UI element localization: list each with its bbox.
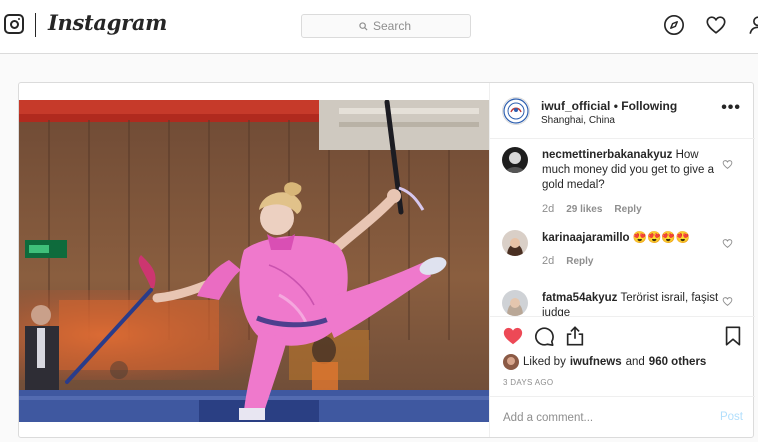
post-comment-button[interactable]: Post — [720, 411, 743, 423]
comment-username[interactable]: fatma54akyuz — [542, 292, 617, 304]
liked-by-user[interactable]: iwufnews — [570, 356, 622, 368]
comment-body: fatma54akyuz Terörist israil, faşist iud… — [542, 291, 720, 316]
post-sidebar: iwuf_official • Following Shanghai, Chin… — [489, 83, 755, 437]
post-header: iwuf_official • Following Shanghai, Chin… — [490, 83, 755, 139]
comment-username[interactable]: necmettinerbakanakyuz — [542, 149, 672, 161]
post-location[interactable]: Shanghai, China — [541, 115, 677, 126]
comment-bubble-icon[interactable] — [533, 325, 555, 347]
liked-by-row: Liked by iwufnews and 960 others — [503, 354, 706, 370]
comments-list: necmettinerbakanakyuz How much money did… — [490, 140, 755, 316]
liker-avatar[interactable] — [503, 354, 519, 370]
account-username[interactable]: iwuf_official — [541, 99, 610, 113]
commenter-avatar[interactable] — [502, 147, 528, 173]
top-nav: Instagram — [0, 0, 758, 54]
post-header-text: iwuf_official • Following Shanghai, Chin… — [541, 99, 677, 126]
instagram-wordmark[interactable]: Instagram — [48, 10, 167, 35]
more-options-button[interactable]: ••• — [721, 99, 741, 117]
comment-emoji-text: 😍😍😍😍 — [632, 232, 691, 244]
comment-body: necmettinerbakanakyuz How much money did… — [542, 148, 720, 217]
search-icon — [359, 21, 368, 31]
profile-icon[interactable] — [747, 14, 758, 36]
comment-like-heart-icon[interactable] — [722, 238, 733, 249]
header-separator: • — [613, 99, 618, 113]
explore-compass-icon[interactable] — [663, 14, 685, 36]
liked-by-others[interactable]: 960 others — [649, 356, 707, 368]
account-avatar[interactable] — [502, 97, 530, 125]
iwuf-logo-icon — [503, 98, 529, 124]
following-button[interactable]: Following — [621, 99, 677, 113]
nav-divider — [35, 13, 36, 37]
instagram-glyph-icon[interactable] — [4, 14, 24, 34]
share-upload-icon[interactable] — [564, 325, 586, 347]
like-heart-icon[interactable] — [502, 325, 524, 347]
comment-reply-button[interactable]: Reply — [566, 254, 593, 269]
wushu-athlete-photo — [19, 100, 489, 422]
post-timestamp[interactable]: 3 DAYS AGO — [503, 378, 553, 387]
liked-by-and: and — [625, 356, 645, 368]
comment-likes[interactable]: 29 likes — [566, 202, 602, 217]
save-bookmark-icon[interactable] — [722, 325, 744, 347]
commenter-avatar[interactable] — [502, 290, 528, 316]
comment-meta: 2d 29 likes Reply — [542, 202, 720, 217]
search-box[interactable] — [301, 14, 471, 38]
post-card: iwuf_official • Following Shanghai, Chin… — [18, 82, 755, 438]
search-input[interactable] — [373, 19, 413, 33]
comment-body: karinaajaramillo 😍😍😍😍 2d Reply — [542, 231, 720, 269]
post-photo[interactable] — [19, 100, 489, 422]
commenter-avatar[interactable] — [502, 230, 528, 256]
comment-age: 2d — [542, 203, 555, 215]
comment-reply-button[interactable]: Reply — [614, 202, 641, 217]
comment-username[interactable]: karinaajaramillo — [542, 232, 630, 244]
comment-like-heart-icon[interactable] — [722, 159, 733, 170]
comment-meta: 2d Reply — [542, 254, 720, 269]
comment-age: 2d — [542, 255, 555, 267]
post-actions: Liked by iwufnews and 960 others 3 DAYS … — [490, 316, 755, 392]
liked-by-prefix: Liked by — [523, 356, 566, 368]
activity-heart-icon[interactable] — [705, 14, 727, 36]
comment-input[interactable] — [503, 409, 693, 427]
add-comment-bar: Post — [490, 396, 755, 437]
comment-like-heart-icon[interactable] — [722, 296, 733, 307]
